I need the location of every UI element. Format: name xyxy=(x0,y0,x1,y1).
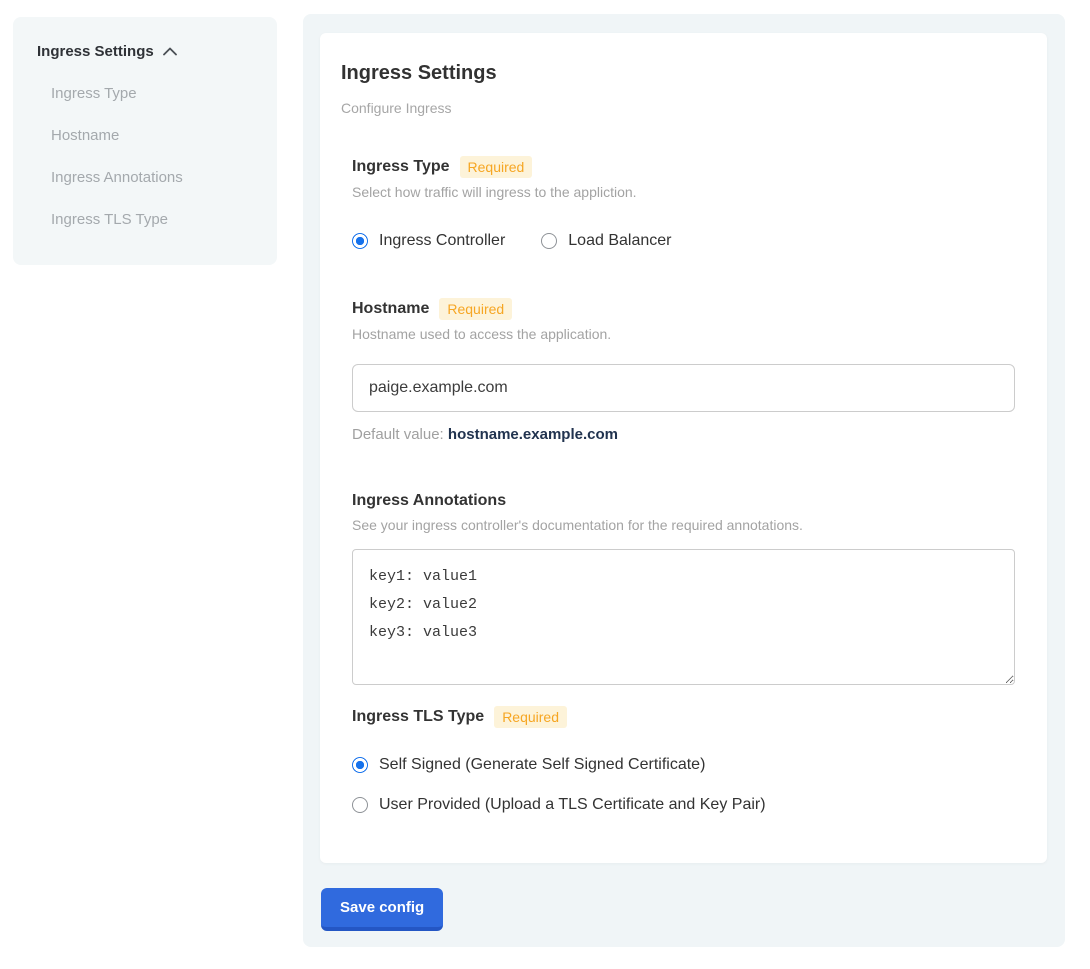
section-ingress-annotations: Ingress Annotations See your ingress con… xyxy=(352,491,1022,685)
ingress-annotations-textarea[interactable]: key1: value1 key2: value2 key3: value3 xyxy=(352,549,1015,685)
radio-option-label[interactable]: User Provided (Upload a TLS Certificate … xyxy=(379,796,766,814)
hostname-input[interactable] xyxy=(352,364,1015,412)
sidebar-item-ingress-annotations[interactable]: Ingress Annotations xyxy=(51,169,257,186)
section-ingress-type: Ingress Type Required Select how traffic… xyxy=(352,156,1022,250)
page-title: Ingress Settings xyxy=(341,61,1022,85)
sidebar-item-ingress-type[interactable]: Ingress Type xyxy=(51,85,257,102)
config-nav-sidebar: Ingress Settings Ingress Type Hostname I… xyxy=(13,17,277,265)
radio-option-load-balancer[interactable]: Load Balancer xyxy=(541,232,671,250)
ingress-settings-card: Ingress Settings Configure Ingress Ingre… xyxy=(320,33,1047,863)
chevron-up-icon xyxy=(163,47,177,56)
radio-unselected-icon[interactable] xyxy=(352,797,368,813)
sidebar-item-ingress-tls-type[interactable]: Ingress TLS Type xyxy=(51,211,257,228)
radio-option-ingress-controller[interactable]: Ingress Controller xyxy=(352,232,505,250)
sidebar-group-label: Ingress Settings xyxy=(37,43,154,60)
page-subtitle: Configure Ingress xyxy=(341,100,1022,116)
section-hostname: Hostname Required Hostname used to acces… xyxy=(352,298,1022,443)
sidebar-group-ingress-settings[interactable]: Ingress Settings xyxy=(37,43,257,60)
section-ingress-tls-type: Ingress TLS Type Required Self Signed (G… xyxy=(352,706,1022,814)
ingress-type-radio-group: Ingress Controller Load Balancer xyxy=(352,232,1022,250)
config-panel: Ingress Settings Configure Ingress Ingre… xyxy=(303,14,1065,947)
section-ingress-tls-type-head: Ingress TLS Type Required xyxy=(352,706,1022,728)
form-sections: Ingress Type Required Select how traffic… xyxy=(352,156,1022,814)
radio-option-label[interactable]: Load Balancer xyxy=(568,232,671,250)
section-help-text: Hostname used to access the application. xyxy=(352,326,1022,342)
section-hostname-head: Hostname Required xyxy=(352,298,1022,320)
ingress-tls-type-radio-group: Self Signed (Generate Self Signed Certif… xyxy=(352,756,1022,814)
section-ingress-type-head: Ingress Type Required xyxy=(352,156,1022,178)
required-badge: Required xyxy=(460,156,533,178)
default-value-label: Default value: xyxy=(352,426,444,443)
section-help-text: See your ingress controller's documentat… xyxy=(352,517,1022,533)
radio-selected-icon[interactable] xyxy=(352,757,368,773)
required-badge: Required xyxy=(439,298,512,320)
section-ingress-annotations-head: Ingress Annotations xyxy=(352,491,1022,511)
radio-selected-icon[interactable] xyxy=(352,233,368,249)
radio-option-label[interactable]: Ingress Controller xyxy=(379,232,505,250)
required-badge: Required xyxy=(494,706,567,728)
radio-option-user-provided[interactable]: User Provided (Upload a TLS Certificate … xyxy=(352,796,1022,814)
radio-option-label[interactable]: Self Signed (Generate Self Signed Certif… xyxy=(379,756,705,774)
section-label: Ingress TLS Type xyxy=(352,707,484,727)
section-help-text: Select how traffic will ingress to the a… xyxy=(352,184,1022,200)
default-value-text: hostname.example.com xyxy=(448,426,618,443)
save-config-button[interactable]: Save config xyxy=(321,888,443,931)
hostname-default-value: Default value: hostname.example.com xyxy=(352,426,1022,443)
radio-option-self-signed[interactable]: Self Signed (Generate Self Signed Certif… xyxy=(352,756,1022,774)
radio-unselected-icon[interactable] xyxy=(541,233,557,249)
sidebar-item-hostname[interactable]: Hostname xyxy=(51,127,257,144)
section-label: Hostname xyxy=(352,299,429,319)
section-label: Ingress Type xyxy=(352,157,450,177)
section-label: Ingress Annotations xyxy=(352,491,506,511)
